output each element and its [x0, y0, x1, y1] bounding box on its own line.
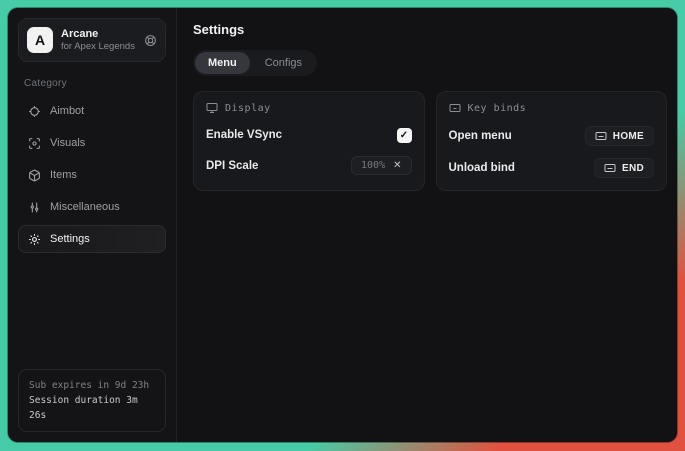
monitor-icon: [206, 102, 218, 114]
sidebar-item-label: Settings: [50, 233, 90, 245]
scan-eye-icon: [28, 137, 41, 150]
category-label: Category: [24, 78, 160, 89]
session-duration-text: Session duration 3m 26s: [29, 393, 155, 423]
keybinds-card-title: Key binds: [468, 103, 527, 114]
display-card-header: Display: [206, 102, 412, 114]
sidebar-item-aimbot[interactable]: Aimbot: [18, 97, 166, 125]
gear-icon: [28, 233, 41, 246]
open-menu-row: Open menu HOME: [449, 126, 655, 146]
keybinds-card-header: Key binds: [449, 102, 655, 114]
settings-cards: Display Enable VSync ✓ DPI Scale 100% ✕: [193, 91, 667, 191]
sidebar-item-miscellaneous[interactable]: Miscellaneous: [18, 193, 166, 221]
app-logo: A: [27, 27, 53, 53]
sidebar-item-label: Miscellaneous: [50, 201, 120, 213]
sidebar-item-items[interactable]: Items: [18, 161, 166, 189]
vsync-checkbox[interactable]: ✓: [397, 128, 412, 143]
keybinds-card: Key binds Open menu HOME: [436, 91, 668, 191]
sidebar-item-visuals[interactable]: Visuals: [18, 129, 166, 157]
session-card: Sub expires in 9d 23h Session duration 3…: [18, 369, 166, 432]
main-content: Settings Menu Configs Display: [177, 8, 677, 442]
crosshair-icon: [28, 105, 41, 118]
dpi-scale-input[interactable]: 100% ✕: [351, 156, 411, 175]
sidebar-item-label: Items: [50, 169, 77, 181]
dpi-value: 100%: [361, 160, 385, 171]
tab-menu[interactable]: Menu: [195, 52, 250, 74]
app-window: A Arcane for Apex Legends Category: [8, 8, 677, 442]
sidebar-item-label: Aimbot: [50, 105, 84, 117]
display-card-title: Display: [225, 103, 271, 114]
display-card: Display Enable VSync ✓ DPI Scale 100% ✕: [193, 91, 425, 191]
sidebar-nav: Aimbot Visuals: [18, 97, 166, 253]
sliders-icon: [28, 201, 41, 214]
dpi-label: DPI Scale: [206, 160, 258, 172]
dpi-row: DPI Scale 100% ✕: [206, 156, 412, 175]
sub-expiry-text: Sub expires in 9d 23h: [29, 378, 155, 393]
package-icon: [28, 169, 41, 182]
unload-bind-button[interactable]: END: [594, 158, 654, 178]
unload-bind-label: Unload bind: [449, 162, 515, 174]
open-menu-label: Open menu: [449, 130, 512, 142]
tab-bar: Menu Configs: [193, 50, 317, 76]
keyboard-icon: [595, 130, 607, 142]
page-title: Settings: [193, 22, 667, 37]
keyboard-icon: [604, 162, 616, 174]
tab-configs[interactable]: Configs: [252, 52, 315, 74]
sidebar-item-settings[interactable]: Settings: [18, 225, 166, 253]
unload-bind-row: Unload bind END: [449, 158, 655, 178]
vsync-row: Enable VSync ✓: [206, 126, 412, 144]
brand-name: Arcane: [61, 28, 136, 41]
brand-text: Arcane for Apex Legends: [61, 28, 136, 53]
clear-icon[interactable]: ✕: [393, 161, 401, 171]
brand-card: A Arcane for Apex Legends: [18, 18, 166, 62]
open-menu-bind-button[interactable]: HOME: [585, 126, 654, 146]
lifebuoy-icon[interactable]: [144, 34, 157, 47]
sidebar-spacer: [18, 253, 166, 369]
keyboard-icon: [449, 102, 461, 114]
unload-bind-value: END: [622, 163, 644, 174]
open-menu-bind-value: HOME: [613, 131, 644, 142]
sidebar-item-label: Visuals: [50, 137, 85, 149]
sidebar: A Arcane for Apex Legends Category: [8, 8, 177, 442]
vsync-label: Enable VSync: [206, 129, 282, 141]
brand-subtitle: for Apex Legends: [61, 41, 136, 53]
